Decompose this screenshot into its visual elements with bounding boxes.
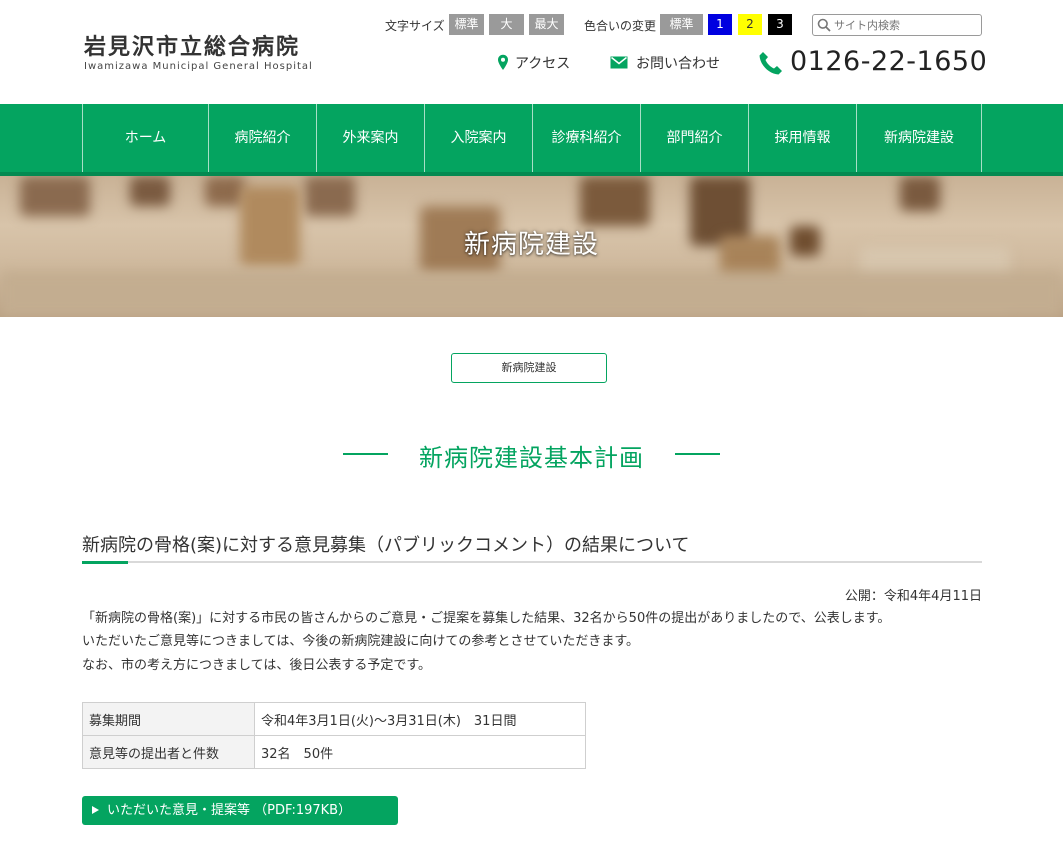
phone-number: 0126-22-1650 <box>790 46 988 77</box>
section-title: 新病院建設基本計画 <box>419 444 644 472</box>
article-title: 新病院の骨格(案)に対する意見募集（パブリックコメント）の結果について <box>82 535 690 556</box>
site-logo[interactable]: 岩見沢市立総合病院 <box>84 29 300 61</box>
section-title-right-line <box>675 453 720 455</box>
contact-label: お問い合わせ <box>636 56 720 72</box>
article-paragraph: いただいたご意見等につきましては、今後の新病院建設に向けての参考とさせていただき… <box>82 634 640 649</box>
mail-icon <box>610 56 628 69</box>
site-search[interactable] <box>812 14 982 36</box>
nav-item-departments[interactable]: 診療科紹介 <box>532 104 640 172</box>
pdf-download-button[interactable]: いただいた意見・提案等 （PDF:197KB） <box>82 796 398 825</box>
table-cell: 32名 50件 <box>254 735 586 769</box>
table-header-cell: 意見等の提出者と件数 <box>82 735 255 769</box>
main-navigation: ホーム 病院紹介 外来案内 入院案内 診療科紹介 部門紹介 採用情報 新病院建設 <box>0 104 1063 176</box>
color-option-3-button[interactable]: 3 <box>768 14 792 35</box>
article-paragraph: 「新病院の骨格(案)」に対する市民の皆さんからのご意見・ご提案を募集した結果、3… <box>82 611 891 626</box>
map-pin-icon <box>498 54 508 70</box>
nav-item-about[interactable]: 病院紹介 <box>208 104 316 172</box>
access-label: アクセス <box>515 56 571 72</box>
font-size-standard-button[interactable]: 標準 <box>449 14 484 35</box>
triangle-right-icon <box>92 806 99 814</box>
font-size-largest-button[interactable]: 最大 <box>529 14 564 35</box>
color-option-1-button[interactable]: 1 <box>708 14 732 35</box>
color-standard-button[interactable]: 標準 <box>660 14 703 35</box>
article-paragraph: なお、市の考え方につきましては、後日公表する予定です。 <box>82 658 432 673</box>
hero-banner: 新病院建設 <box>0 176 1063 317</box>
nav-item-home[interactable]: ホーム <box>82 104 208 172</box>
font-size-label: 文字サイズ <box>385 19 445 33</box>
nav-item-new-hospital[interactable]: 新病院建設 <box>856 104 982 172</box>
new-hospital-link-button[interactable]: 新病院建設 <box>451 353 607 383</box>
pdf-download-label: いただいた意見・提案等 （PDF:197KB） <box>107 803 352 818</box>
table-cell: 令和4年3月1日(火)～3月31日(木) 31日間 <box>254 702 586 736</box>
nav-item-divisions[interactable]: 部門紹介 <box>640 104 748 172</box>
site-header: 岩見沢市立総合病院 Iwamizawa Municipal General Ho… <box>0 0 1063 104</box>
phone-icon <box>759 52 782 75</box>
article-title-accent <box>82 561 128 564</box>
search-input[interactable] <box>834 17 978 33</box>
hero-title: 新病院建設 <box>463 230 599 260</box>
nav-item-inpatient[interactable]: 入院案内 <box>424 104 532 172</box>
nav-item-recruit[interactable]: 採用情報 <box>748 104 856 172</box>
nav-item-outpatient[interactable]: 外来案内 <box>316 104 424 172</box>
color-option-2-button[interactable]: 2 <box>738 14 762 35</box>
article-title-divider <box>82 561 982 563</box>
site-logo-english: Iwamizawa Municipal General Hospital <box>84 61 313 72</box>
search-icon[interactable] <box>817 18 831 32</box>
published-date: 公開：令和4年4月11日 <box>844 589 982 604</box>
table-row: 募集期間 令和4年3月1日(火)～3月31日(木) 31日間 <box>82 702 586 736</box>
font-size-large-button[interactable]: 大 <box>489 14 524 35</box>
color-change-label: 色合いの変更 <box>584 19 657 33</box>
info-table: 募集期間 令和4年3月1日(火)～3月31日(木) 31日間 意見等の提出者と件… <box>82 702 586 769</box>
table-header-cell: 募集期間 <box>82 702 255 736</box>
table-row: 意見等の提出者と件数 32名 50件 <box>82 735 586 769</box>
